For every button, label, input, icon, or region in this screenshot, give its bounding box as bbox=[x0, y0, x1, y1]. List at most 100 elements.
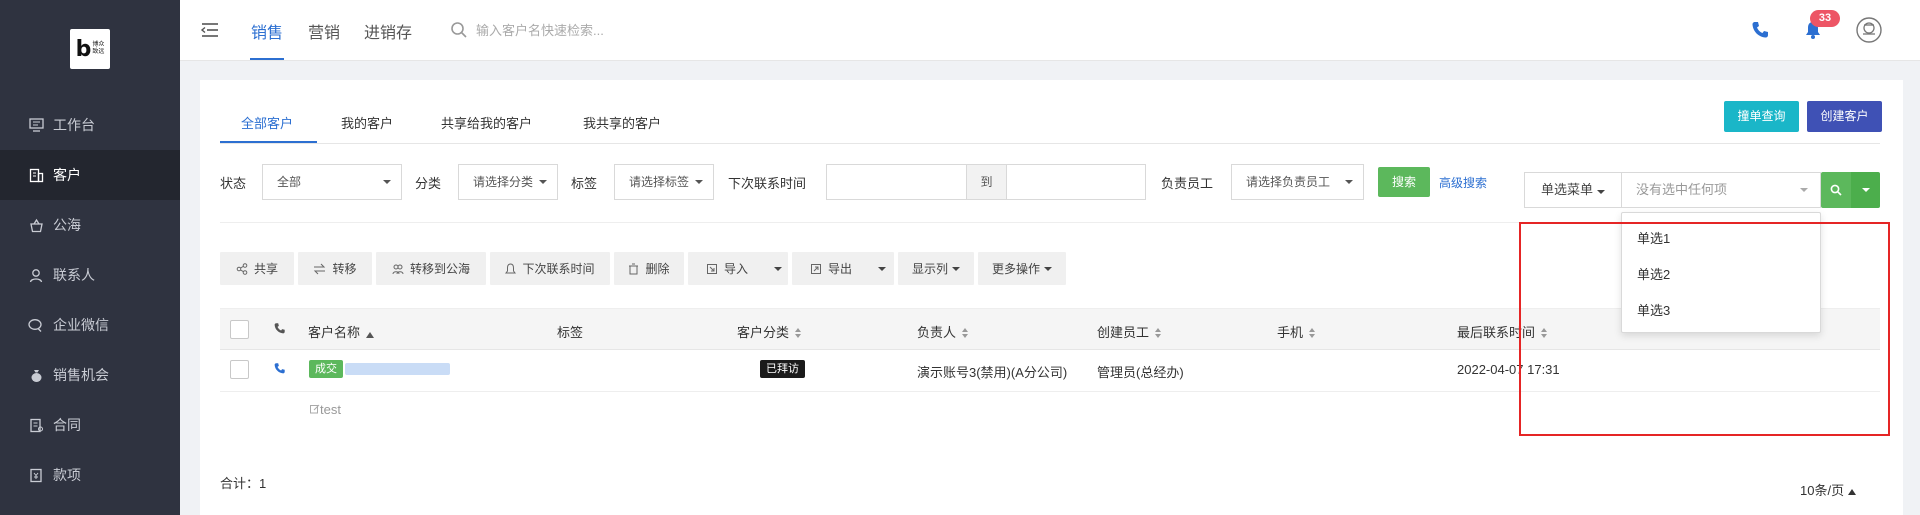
share-icon bbox=[236, 262, 248, 275]
sidebar-item-contacts[interactable]: 联系人 bbox=[0, 250, 180, 300]
owner-select[interactable]: 请选择负责员工 bbox=[1231, 164, 1364, 200]
sidebar-nav: 工作台 客户 公海 联系人 企业微信 销售机会 合同 款项 bbox=[0, 100, 180, 500]
trash-icon bbox=[629, 263, 639, 274]
column-header-mobile[interactable]: 手机 bbox=[1277, 322, 1317, 341]
row-checkbox[interactable] bbox=[230, 360, 249, 379]
search-icon bbox=[1830, 184, 1842, 196]
top-tab-marketing[interactable]: 营销 bbox=[308, 19, 340, 43]
avatar[interactable] bbox=[1856, 17, 1882, 43]
export-button[interactable]: 导出 bbox=[792, 252, 894, 285]
sort-icon bbox=[1155, 326, 1163, 341]
monitor-icon bbox=[28, 117, 44, 133]
sidebar-item-customers[interactable]: 客户 bbox=[0, 150, 180, 200]
tag-select[interactable]: 请选择标签 bbox=[614, 164, 714, 200]
import-button[interactable]: 导入 bbox=[688, 252, 788, 285]
single-select-dropdown-toggle[interactable] bbox=[1851, 172, 1880, 208]
call-icon[interactable] bbox=[273, 362, 286, 378]
import-icon bbox=[707, 263, 717, 274]
single-select-search-button[interactable] bbox=[1821, 172, 1851, 208]
next-contact-button[interactable]: 下次联系时间 bbox=[490, 252, 610, 285]
sidebar-item-label: 销售机会 bbox=[53, 367, 109, 383]
active-tab-indicator bbox=[250, 58, 284, 60]
creator-cell: 管理员(总经办) bbox=[1097, 365, 1184, 380]
column-header-name[interactable]: 客户名称 bbox=[308, 322, 375, 341]
tab-all-customers[interactable]: 全部客户 bbox=[241, 113, 293, 132]
top-tab-sales[interactable]: 销售 bbox=[251, 19, 283, 43]
transfer-icon bbox=[314, 263, 326, 274]
option-3[interactable]: 单选3 bbox=[1637, 300, 1670, 319]
sidebar-item-label: 款项 bbox=[53, 467, 81, 483]
owner-label: 负责员工 bbox=[1161, 176, 1214, 191]
category-label: 分类 bbox=[415, 176, 442, 191]
top-tab-inventory[interactable]: 进销存 bbox=[364, 19, 412, 43]
tab-my-customers[interactable]: 我的客户 bbox=[341, 113, 393, 132]
phone-icon bbox=[273, 322, 286, 338]
column-header-last-contact[interactable]: 最后联系时间 bbox=[1457, 322, 1549, 341]
customer-search-input[interactable] bbox=[476, 18, 776, 42]
building-icon bbox=[28, 167, 44, 183]
search-button[interactable]: 搜索 bbox=[1378, 167, 1430, 197]
check-duplicate-button[interactable]: 撞单查询 bbox=[1724, 101, 1799, 132]
notification-badge: 33 bbox=[1810, 10, 1840, 27]
logo-text-2: 致远 bbox=[92, 49, 105, 55]
logo-mark: b bbox=[75, 36, 92, 62]
sidebar-item-workbench[interactable]: 工作台 bbox=[0, 100, 180, 150]
customer-name-redacted[interactable] bbox=[345, 363, 450, 375]
date-from-input[interactable] bbox=[826, 164, 967, 200]
column-header-creator[interactable]: 创建员工 bbox=[1097, 322, 1163, 341]
sidebar-item-pool[interactable]: 公海 bbox=[0, 200, 180, 250]
sidebar-item-payments[interactable]: 款项 bbox=[0, 450, 180, 500]
logo-text-1: 博众 bbox=[92, 42, 105, 48]
date-separator: 到 bbox=[967, 164, 1006, 200]
sidebar-item-label: 客户 bbox=[53, 167, 81, 183]
category-select[interactable]: 请选择分类 bbox=[458, 164, 558, 200]
logo[interactable]: b 博众 致远 bbox=[70, 29, 110, 69]
owner-cell: 演示账号3(禁用)(A分公司) bbox=[917, 365, 1068, 380]
column-header-category[interactable]: 客户分类 bbox=[737, 322, 803, 341]
sidebar-item-label: 工作台 bbox=[53, 117, 95, 133]
create-customer-button[interactable]: 创建客户 bbox=[1807, 101, 1882, 132]
phone-icon[interactable] bbox=[1750, 20, 1770, 40]
table-row[interactable]: 成交 已拜访 演示账号3(禁用)(A分公司) 管理员(总经办) 2022-04-… bbox=[220, 350, 1880, 392]
date-to-input[interactable] bbox=[1006, 164, 1146, 200]
status-select[interactable]: 全部 bbox=[262, 164, 402, 200]
move-to-pool-button[interactable]: 转移到公海 bbox=[376, 252, 486, 285]
column-header-tags: 标签 bbox=[557, 325, 584, 340]
last-contact-cell: 2022-04-07 17:31 bbox=[1457, 362, 1560, 377]
caret-up-icon bbox=[1848, 489, 1857, 495]
tab-shared-by-me[interactable]: 我共享的客户 bbox=[583, 113, 661, 132]
sort-icon bbox=[962, 326, 970, 341]
sidebar: b 博众 致远 工作台 客户 公海 联系人 企业微信 销售机会 合同 款项 bbox=[0, 0, 180, 515]
tab-shared-to-me[interactable]: 共享给我的客户 bbox=[441, 113, 532, 132]
option-2[interactable]: 单选2 bbox=[1637, 264, 1670, 283]
column-header-owner[interactable]: 负责人 bbox=[917, 322, 970, 341]
delete-button[interactable]: 删除 bbox=[614, 252, 684, 285]
option-1[interactable]: 单选1 bbox=[1637, 228, 1670, 247]
sidebar-item-label: 合同 bbox=[53, 417, 81, 433]
sidebar-item-opportunities[interactable]: 销售机会 bbox=[0, 350, 180, 400]
import-caret[interactable] bbox=[774, 266, 783, 271]
page-size-select[interactable]: 10条/页 bbox=[1800, 480, 1857, 499]
share-button[interactable]: 共享 bbox=[220, 252, 294, 285]
menu-toggle-icon[interactable] bbox=[200, 20, 220, 40]
sidebar-item-contracts[interactable]: 合同 bbox=[0, 400, 180, 450]
document-icon bbox=[28, 417, 44, 433]
money-bag-icon bbox=[28, 367, 44, 383]
export-caret[interactable] bbox=[878, 266, 887, 271]
sidebar-item-wecom[interactable]: 企业微信 bbox=[0, 300, 180, 350]
select-all-checkbox[interactable] bbox=[230, 320, 249, 339]
columns-button[interactable]: 显示列 bbox=[898, 252, 974, 285]
sort-icon bbox=[1541, 326, 1549, 341]
single-select-field[interactable]: 没有选中任何项 bbox=[1621, 172, 1821, 208]
transfer-button[interactable]: 转移 bbox=[298, 252, 372, 285]
status-badge: 成交 bbox=[309, 360, 343, 378]
sort-asc-icon bbox=[366, 326, 375, 341]
single-select-options: 单选1 单选2 单选3 bbox=[1621, 212, 1821, 333]
advanced-search-link[interactable]: 高级搜索 bbox=[1439, 174, 1487, 191]
user-icon bbox=[28, 267, 44, 283]
row-note[interactable]: test bbox=[310, 402, 341, 417]
search-icon[interactable] bbox=[450, 21, 468, 39]
single-select-menu-button[interactable]: 单选菜单 bbox=[1524, 172, 1622, 208]
more-actions-button[interactable]: 更多操作 bbox=[978, 252, 1066, 285]
group-icon bbox=[392, 264, 404, 274]
